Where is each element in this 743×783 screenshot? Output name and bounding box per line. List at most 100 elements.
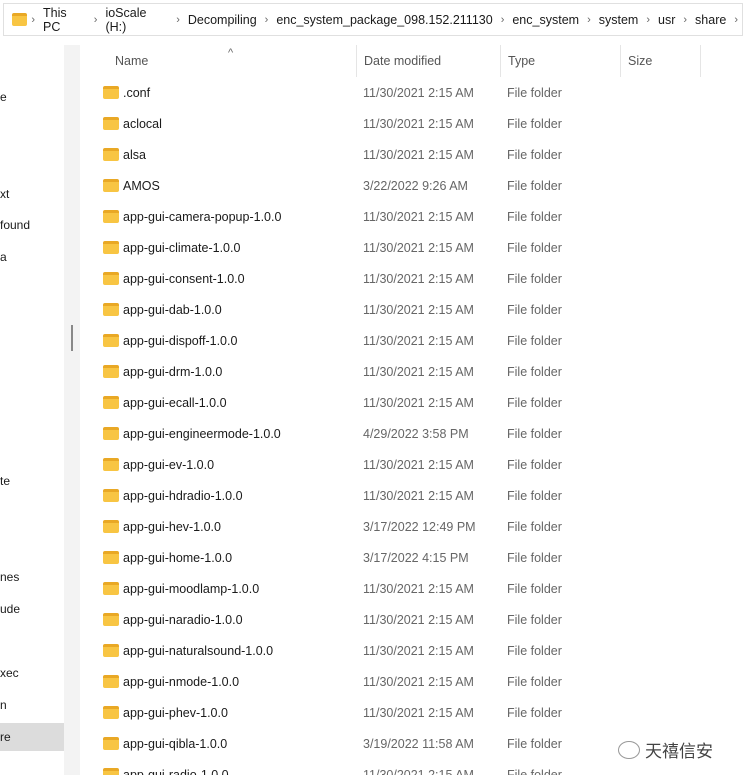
file-type: File folder xyxy=(507,209,562,224)
sidebar-item[interactable]: re xyxy=(0,723,64,751)
file-name: alsa xyxy=(123,147,146,162)
file-row[interactable]: app-gui-engineermode-1.0.0 4/29/2022 3:58… xyxy=(80,418,743,449)
file-row[interactable]: app-gui-phev-1.0.0 11/30/2021 2:15 AM File… xyxy=(80,697,743,728)
file-row[interactable]: app-gui-drm-1.0.0 11/30/2021 2:15 AM File … xyxy=(80,356,743,387)
breadcrumb-item[interactable]: ioScale (H:) xyxy=(105,6,168,34)
folder-icon xyxy=(103,458,119,471)
folder-icon xyxy=(103,520,119,533)
column-date-label: Date modified xyxy=(364,54,442,68)
file-row[interactable]: app-gui-hev-1.0.0 3/17/2022 12:49 PM File … xyxy=(80,511,743,542)
file-name: app-gui-hdradio-1.0.0 xyxy=(123,488,243,503)
file-date: 3/22/2022 9:26 AM xyxy=(363,178,468,193)
chevron-right-icon[interactable]: › xyxy=(501,14,505,26)
folder-icon xyxy=(103,117,119,130)
file-date: 11/30/2021 2:15 AM xyxy=(363,705,474,720)
breadcrumb-item[interactable]: system xyxy=(599,13,639,27)
file-date: 3/17/2022 4:15 PM xyxy=(363,550,469,565)
file-row[interactable]: alsa 11/30/2021 2:15 AM File folder xyxy=(80,139,743,170)
file-row[interactable]: app-gui-home-1.0.0 3/17/2022 4:15 PM File … xyxy=(80,542,743,573)
sidebar-item[interactable]: e xyxy=(0,83,64,111)
file-name: app-gui-phev-1.0.0 xyxy=(123,705,228,720)
chevron-right-icon[interactable]: › xyxy=(683,14,687,26)
folder-icon xyxy=(12,13,28,26)
file-name: app-gui-radio-1.0.0 xyxy=(123,767,229,776)
file-type: File folder xyxy=(507,457,562,472)
chevron-right-icon[interactable]: › xyxy=(587,14,591,26)
file-row[interactable]: app-gui-moodlamp-1.0.0 11/30/2021 2:15 AM… xyxy=(80,573,743,604)
sidebar-item[interactable]: xt xyxy=(0,180,64,208)
file-row[interactable]: app-gui-dab-1.0.0 11/30/2021 2:15 AM File … xyxy=(80,294,743,325)
file-row[interactable]: .conf 11/30/2021 2:15 AM File folder xyxy=(80,77,743,108)
folder-icon xyxy=(103,396,119,409)
file-row[interactable]: aclocal 11/30/2021 2:15 AM File folder xyxy=(80,108,743,139)
column-date-modified[interactable]: Date modified xyxy=(357,45,501,77)
sidebar-item[interactable]: xec xyxy=(0,659,64,687)
breadcrumb-item[interactable]: Decompiling xyxy=(188,13,257,27)
scrollbar-thumb[interactable] xyxy=(71,325,73,351)
column-header: ^ Name Date modified Type Size xyxy=(80,45,743,77)
file-type: File folder xyxy=(507,705,562,720)
chevron-right-icon[interactable]: › xyxy=(176,14,180,26)
file-row[interactable]: app-gui-naturalsound-1.0.0 11/30/2021 2:1… xyxy=(80,635,743,666)
folder-icon xyxy=(103,551,119,564)
file-type: File folder xyxy=(507,116,562,131)
file-date: 11/30/2021 2:15 AM xyxy=(363,240,474,255)
column-name[interactable]: ^ Name xyxy=(80,45,357,77)
folder-icon xyxy=(103,241,119,254)
breadcrumb-item[interactable]: usr xyxy=(658,13,675,27)
file-name: app-gui-ecall-1.0.0 xyxy=(123,395,227,410)
file-type: File folder xyxy=(507,550,562,565)
chevron-right-icon[interactable]: › xyxy=(734,14,738,26)
folder-icon xyxy=(103,644,119,657)
file-name: app-gui-home-1.0.0 xyxy=(123,550,233,565)
file-row[interactable]: app-gui-camera-popup-1.0.0 11/30/2021 2:1… xyxy=(80,201,743,232)
file-type: File folder xyxy=(507,333,562,348)
folder-icon xyxy=(103,706,119,719)
file-name: aclocal xyxy=(123,116,162,131)
file-type: File folder xyxy=(507,240,562,255)
file-date: 11/30/2021 2:15 AM xyxy=(363,612,474,627)
file-date: 3/17/2022 12:49 PM xyxy=(363,519,476,534)
file-date: 11/30/2021 2:15 AM xyxy=(363,643,474,658)
column-size-label: Size xyxy=(628,54,653,68)
file-row[interactable]: app-gui-nmode-1.0.0 11/30/2021 2:15 AM Fil… xyxy=(80,666,743,697)
navigation-pane: e xt found a te nes ude xec n re xyxy=(0,45,64,783)
column-type[interactable]: Type xyxy=(501,45,621,77)
breadcrumb-item[interactable]: share xyxy=(695,13,726,27)
column-name-label: Name xyxy=(115,54,149,68)
file-date: 11/30/2021 2:15 AM xyxy=(363,209,474,224)
folder-icon xyxy=(103,675,119,688)
file-date: 11/30/2021 2:15 AM xyxy=(363,395,474,410)
file-row[interactable]: app-gui-ev-1.0.0 11/30/2021 2:15 AM File f… xyxy=(80,449,743,480)
file-name: app-gui-dab-1.0.0 xyxy=(123,302,222,317)
column-size[interactable]: Size xyxy=(621,45,701,77)
file-row[interactable]: app-gui-climate-1.0.0 11/30/2021 2:15 AM F… xyxy=(80,232,743,263)
file-name: app-gui-naradio-1.0.0 xyxy=(123,612,243,627)
chevron-right-icon[interactable]: › xyxy=(94,14,98,26)
address-bar[interactable]: › This PC › ioScale (H:) › Decompiling › enc_sy… xyxy=(3,3,743,36)
sidebar-item[interactable]: a xyxy=(0,243,64,271)
file-date: 11/30/2021 2:15 AM xyxy=(363,147,474,162)
file-date: 11/30/2021 2:15 AM xyxy=(363,116,474,131)
file-row[interactable]: app-gui-naradio-1.0.0 11/30/2021 2:15 AM F… xyxy=(80,604,743,635)
file-type: File folder xyxy=(507,271,562,286)
sidebar-scrollbar[interactable] xyxy=(64,45,80,775)
sidebar-item[interactable]: te xyxy=(0,467,64,495)
chevron-right-icon[interactable]: › xyxy=(31,14,35,26)
file-row[interactable]: app-gui-ecall-1.0.0 11/30/2021 2:15 AM Fil… xyxy=(80,387,743,418)
wechat-icon xyxy=(618,740,640,759)
sidebar-item[interactable]: nes xyxy=(0,563,64,591)
file-row[interactable]: AMOS 3/22/2022 9:26 AM File folder xyxy=(80,170,743,201)
sidebar-item[interactable]: n xyxy=(0,691,64,719)
chevron-right-icon[interactable]: › xyxy=(646,14,650,26)
file-row[interactable]: app-gui-dispoff-1.0.0 11/30/2021 2:15 AM F… xyxy=(80,325,743,356)
breadcrumb-item[interactable]: enc_system_package_098.152.211130 xyxy=(276,13,492,27)
file-row[interactable]: app-gui-hdradio-1.0.0 11/30/2021 2:15 AM F… xyxy=(80,480,743,511)
chevron-right-icon[interactable]: › xyxy=(265,14,269,26)
breadcrumb-item[interactable]: This PC xyxy=(43,6,86,34)
breadcrumb-item[interactable]: enc_system xyxy=(512,13,579,27)
sidebar-item[interactable]: ude xyxy=(0,595,64,623)
sidebar-item[interactable]: found xyxy=(0,211,64,239)
file-name: app-gui-engineermode-1.0.0 xyxy=(123,426,281,441)
file-row[interactable]: app-gui-consent-1.0.0 11/30/2021 2:15 AM F… xyxy=(80,263,743,294)
